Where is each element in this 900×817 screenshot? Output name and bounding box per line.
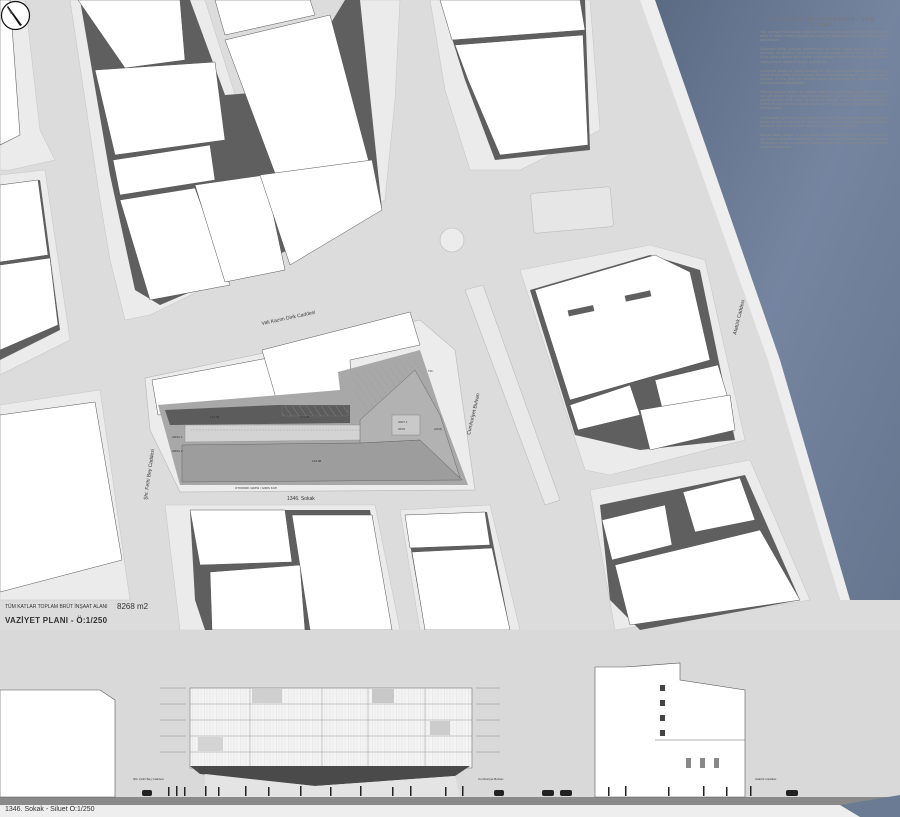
window xyxy=(700,758,705,768)
label-lobby: UNIT 1 xyxy=(398,420,408,424)
description-paragraph: Yapı, güneyde bulvar-sokak kesişimi ile … xyxy=(760,30,888,43)
plaza-planter xyxy=(530,186,614,234)
facade-panel xyxy=(430,721,450,735)
label-upper-left: 174.98 xyxy=(210,415,220,419)
silhouette-title: 1346. Sokak - Siluet Ö:1/250 xyxy=(5,806,95,813)
label-parking: OTOPARK GIRISI / GIRIS KATI xyxy=(235,486,277,490)
facade-panel xyxy=(372,689,394,703)
compass-icon xyxy=(0,0,31,31)
description-body: Yapı, güneyde bulvar-sokak kesişimi ile … xyxy=(760,30,888,154)
building xyxy=(209,564,306,631)
area-label: TÜM KATLAR TOPLAM BRÜT İNŞAAT ALANI xyxy=(5,604,108,610)
project-main-slab xyxy=(181,439,463,483)
window xyxy=(660,730,665,736)
building xyxy=(404,511,491,549)
window xyxy=(686,758,691,768)
label-main-block: 133.98 xyxy=(312,459,322,463)
project-core xyxy=(391,414,421,436)
drawing-sheet: 133.98 174.98 174.98 UNIT 1 OFIS OTOPARK… xyxy=(0,0,900,817)
window xyxy=(660,700,665,706)
roundabout xyxy=(439,227,465,253)
description-paragraph: Giriş katı kamusal kullanım ile organize… xyxy=(760,90,888,111)
description-paragraph: Yönetmeliklere göre emsal 3.00, yüksekli… xyxy=(760,115,888,128)
project-facade xyxy=(189,687,473,769)
facade-panel xyxy=(198,737,223,751)
label-left-unit2: ARSA 2 xyxy=(172,449,183,453)
street-name-1346: 1346. Sokak xyxy=(287,496,315,502)
window xyxy=(660,715,665,721)
ground-strip xyxy=(0,797,900,805)
label-courtyard: 174.98 xyxy=(300,415,310,419)
label-office: OFIS xyxy=(398,427,405,431)
silhouette-label-ataturk: Atatürk Caddesi xyxy=(755,777,777,781)
description-paragraph: Çalışmaya dönük yüzeyleri gözetlenmeye a… xyxy=(760,47,888,64)
label-right-unit2: ÇIKIŞ xyxy=(434,427,442,431)
window xyxy=(714,758,719,768)
label-right-unit: TIC. xyxy=(428,369,434,373)
description-paragraph: Cumhuriyet Bulvarı ile yapılan kesişime … xyxy=(760,68,888,85)
area-value: 8268 m2 xyxy=(117,602,149,611)
building xyxy=(94,61,226,156)
building xyxy=(189,509,293,566)
window xyxy=(660,685,665,691)
silhouette-label-fatih-bey: Şht. Fethi Bey Caddesi xyxy=(133,777,164,781)
description-title: MEKANSAL ORGANIZASYON - YER BURMA xyxy=(769,17,875,29)
site-plan-title: VAZİYET PLANI - Ö:1/250 xyxy=(5,616,108,625)
neighbour-left xyxy=(0,689,116,798)
silhouette-label-cumhuriyet: Cumhuriyet Bulvarı xyxy=(478,777,504,781)
courtyard-pool xyxy=(281,405,349,417)
label-left-unit: ARSA 1 xyxy=(172,435,183,439)
description-paragraph: Bodrum katları otopark ve servis alanlar… xyxy=(760,132,888,150)
facade-panel xyxy=(252,689,282,703)
ground-base xyxy=(0,805,860,817)
project-bar xyxy=(184,424,366,443)
